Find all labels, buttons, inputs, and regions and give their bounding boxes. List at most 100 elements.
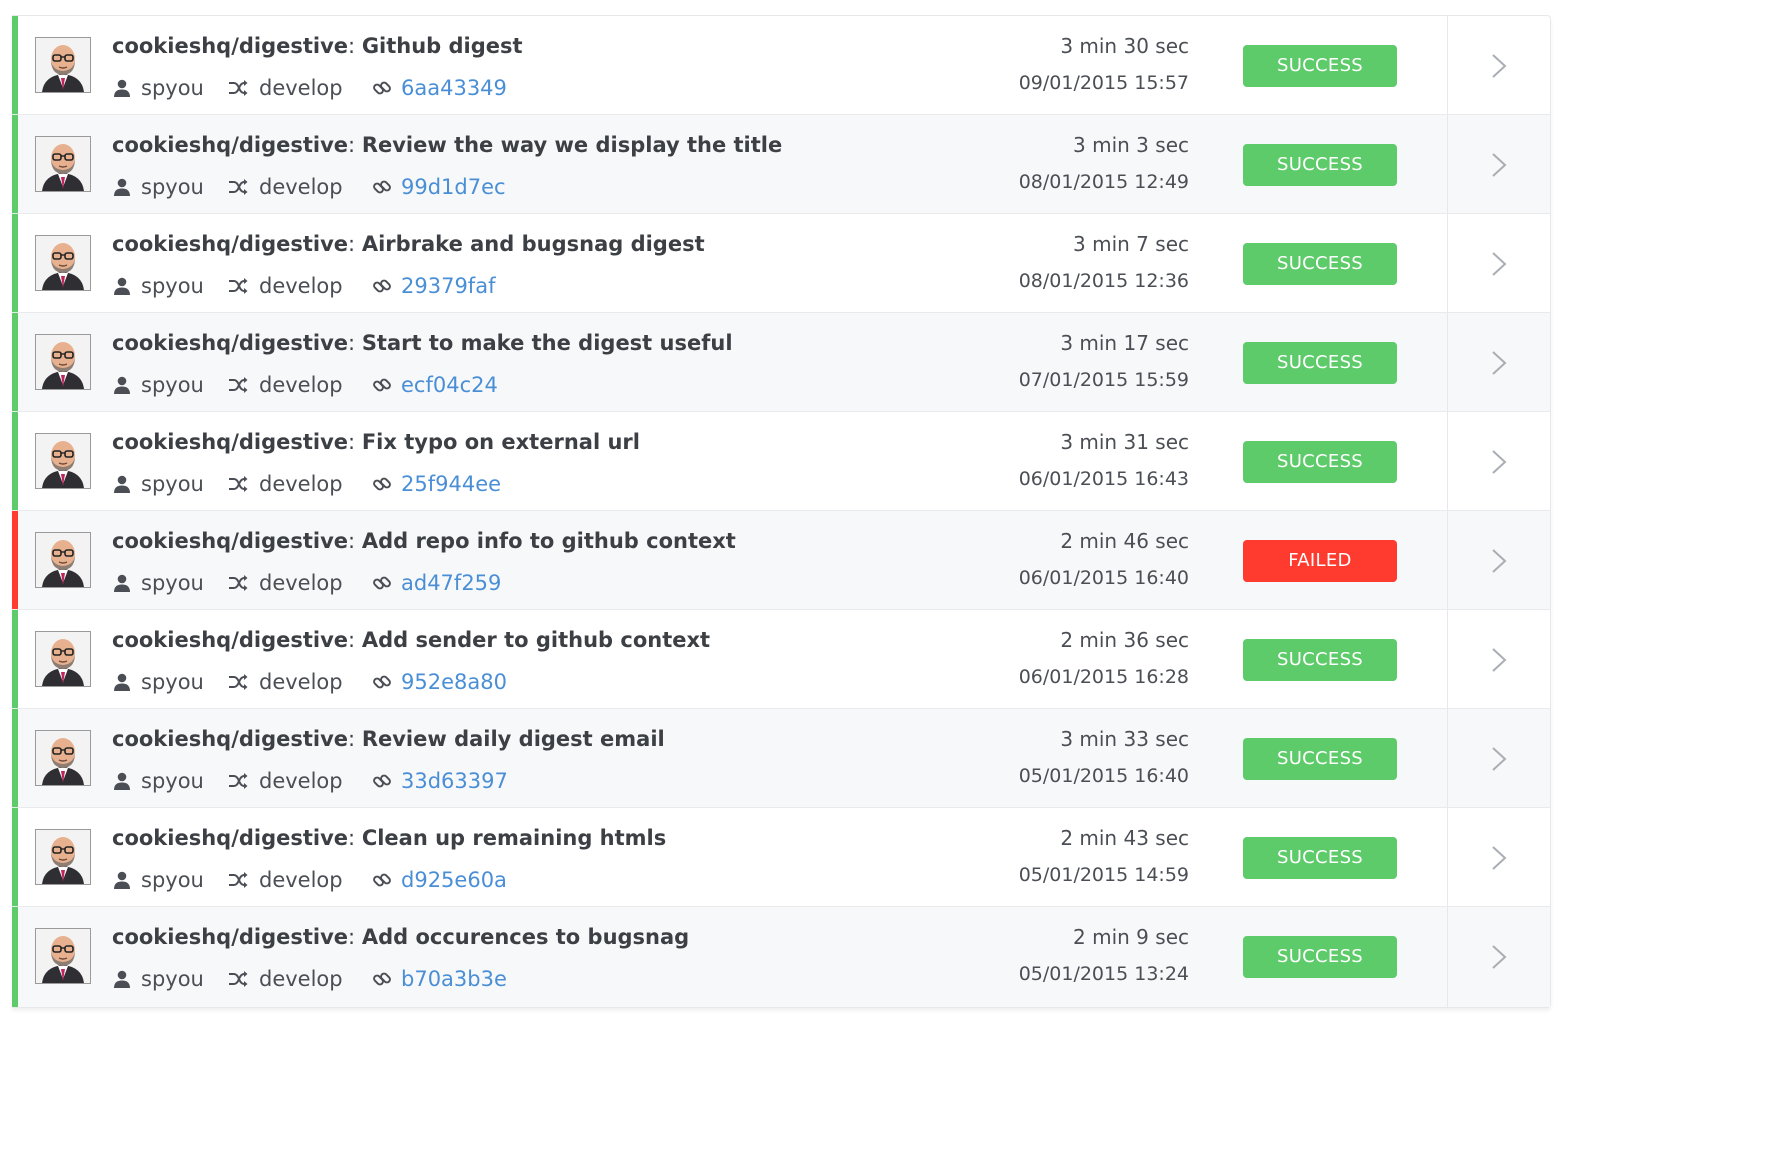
build-title[interactable]: cookieshq/digestive: Review daily digest… <box>112 727 665 751</box>
commit-hash-link[interactable]: 99d1d7ec <box>401 175 506 199</box>
build-title[interactable]: cookieshq/digestive: Fix typo on externa… <box>112 430 640 454</box>
commit-hash-link[interactable]: 33d63397 <box>401 769 508 793</box>
commit[interactable]: ecf04c24 <box>372 373 498 397</box>
title-separator: : <box>348 925 362 949</box>
status-stripe <box>12 709 18 807</box>
chevron-right-icon[interactable] <box>1486 646 1512 674</box>
commit-message: Fix typo on external url <box>361 430 640 454</box>
build-row[interactable]: cookieshq/digestive: Add occurences to b… <box>12 907 1550 1007</box>
build-title[interactable]: cookieshq/digestive: Add occurences to b… <box>112 925 689 949</box>
commit-message: Review daily digest email <box>361 727 665 751</box>
chevron-right-icon[interactable] <box>1486 52 1512 80</box>
chevron-right-icon[interactable] <box>1486 943 1512 971</box>
build-row[interactable]: cookieshq/digestive: Review daily digest… <box>12 709 1550 808</box>
row-divider <box>1447 16 1448 114</box>
build-title[interactable]: cookieshq/digestive: Start to make the d… <box>112 331 733 355</box>
commit-hash-link[interactable]: 25f944ee <box>401 472 501 496</box>
repo-name: cookieshq/digestive <box>112 34 349 58</box>
status-badge: SUCCESS <box>1243 837 1397 879</box>
build-title[interactable]: cookieshq/digestive: Add sender to githu… <box>112 628 710 652</box>
commit-hash-link[interactable]: 6aa43349 <box>401 76 507 100</box>
avatar <box>35 631 91 687</box>
status-badge: FAILED <box>1243 540 1397 582</box>
shuffle-icon <box>229 971 248 987</box>
link-icon <box>373 180 391 194</box>
repo-name: cookieshq/digestive <box>112 925 349 949</box>
commit-hash-link[interactable]: 952e8a80 <box>401 670 507 694</box>
build-duration: 3 min 33 sec <box>1060 727 1189 751</box>
status-stripe <box>12 808 18 906</box>
branch: develop <box>226 76 372 100</box>
commit-hash-link[interactable]: 29379faf <box>401 274 495 298</box>
build-title[interactable]: cookieshq/digestive: Airbrake and bugsna… <box>112 232 705 256</box>
title-separator: : <box>348 430 362 454</box>
commit-hash-link[interactable]: d925e60a <box>401 868 507 892</box>
chevron-right-icon[interactable] <box>1486 448 1512 476</box>
commit[interactable]: ad47f259 <box>372 571 501 595</box>
chevron-right-icon[interactable] <box>1486 745 1512 773</box>
build-title[interactable]: cookieshq/digestive: Review the way we d… <box>112 133 782 157</box>
chevron-right-icon[interactable] <box>1486 151 1512 179</box>
commit[interactable]: d925e60a <box>372 868 507 892</box>
build-row[interactable]: cookieshq/digestive: Airbrake and bugsna… <box>12 214 1550 313</box>
commit[interactable]: 33d63397 <box>372 769 508 793</box>
build-duration: 2 min 43 sec <box>1060 826 1189 850</box>
author: spyou <box>112 967 226 991</box>
commit[interactable]: b70a3b3e <box>372 967 507 991</box>
build-row[interactable]: cookieshq/digestive: Start to make the d… <box>12 313 1550 412</box>
build-title[interactable]: cookieshq/digestive: Add repo info to gi… <box>112 529 736 553</box>
link-icon <box>373 378 391 392</box>
author: spyou <box>112 670 226 694</box>
build-date: 08/01/2015 12:49 <box>1018 171 1189 193</box>
build-row[interactable]: cookieshq/digestive: Github digest spyou… <box>12 16 1550 115</box>
commit[interactable]: 99d1d7ec <box>372 175 506 199</box>
commit[interactable]: 25f944ee <box>372 472 501 496</box>
chevron-right-icon[interactable] <box>1486 844 1512 872</box>
user-icon <box>114 178 130 196</box>
commit-hash-link[interactable]: b70a3b3e <box>401 967 507 991</box>
status-badge: SUCCESS <box>1243 639 1397 681</box>
build-duration: 2 min 46 sec <box>1060 529 1189 553</box>
branch: develop <box>226 274 372 298</box>
branch-name: develop <box>259 967 343 991</box>
user-icon <box>114 376 130 394</box>
chevron-right-icon[interactable] <box>1486 250 1512 278</box>
shuffle-icon <box>229 575 248 591</box>
build-row[interactable]: cookieshq/digestive: Clean up remaining … <box>12 808 1550 907</box>
build-title[interactable]: cookieshq/digestive: Clean up remaining … <box>112 826 666 850</box>
author: spyou <box>112 175 226 199</box>
build-meta: spyou develop 29379faf <box>112 274 495 298</box>
commit[interactable]: 6aa43349 <box>372 76 507 100</box>
user-icon <box>114 475 130 493</box>
status-stripe <box>12 214 18 312</box>
commit-hash-link[interactable]: ad47f259 <box>401 571 501 595</box>
build-duration: 3 min 3 sec <box>1073 133 1189 157</box>
build-title[interactable]: cookieshq/digestive: Github digest <box>112 34 523 58</box>
avatar <box>35 334 91 390</box>
shuffle-icon <box>229 872 248 888</box>
shuffle-icon <box>229 674 248 690</box>
commit-message: Review the way we display the title <box>361 133 783 157</box>
build-date: 06/01/2015 16:43 <box>1018 468 1189 490</box>
build-row[interactable]: cookieshq/digestive: Add sender to githu… <box>12 610 1550 709</box>
build-date: 05/01/2015 16:40 <box>1018 765 1189 787</box>
commit-hash-link[interactable]: ecf04c24 <box>401 373 498 397</box>
build-row[interactable]: cookieshq/digestive: Review the way we d… <box>12 115 1550 214</box>
commit[interactable]: 952e8a80 <box>372 670 507 694</box>
avatar <box>35 37 91 93</box>
link-icon <box>373 873 391 887</box>
build-meta: spyou develop 952e8a80 <box>112 670 507 694</box>
build-duration: 2 min 9 sec <box>1073 925 1189 949</box>
build-meta: spyou develop 6aa43349 <box>112 76 507 100</box>
build-meta: spyou develop ad47f259 <box>112 571 501 595</box>
commit[interactable]: 29379faf <box>372 274 495 298</box>
author: spyou <box>112 373 226 397</box>
status-badge: SUCCESS <box>1243 144 1397 186</box>
shuffle-icon <box>229 773 248 789</box>
build-row[interactable]: cookieshq/digestive: Fix typo on externa… <box>12 412 1550 511</box>
chevron-right-icon[interactable] <box>1486 349 1512 377</box>
build-row[interactable]: cookieshq/digestive: Add repo info to gi… <box>12 511 1550 610</box>
chevron-right-icon[interactable] <box>1486 547 1512 575</box>
build-date: 06/01/2015 16:40 <box>1018 567 1189 589</box>
repo-name: cookieshq/digestive <box>112 133 349 157</box>
